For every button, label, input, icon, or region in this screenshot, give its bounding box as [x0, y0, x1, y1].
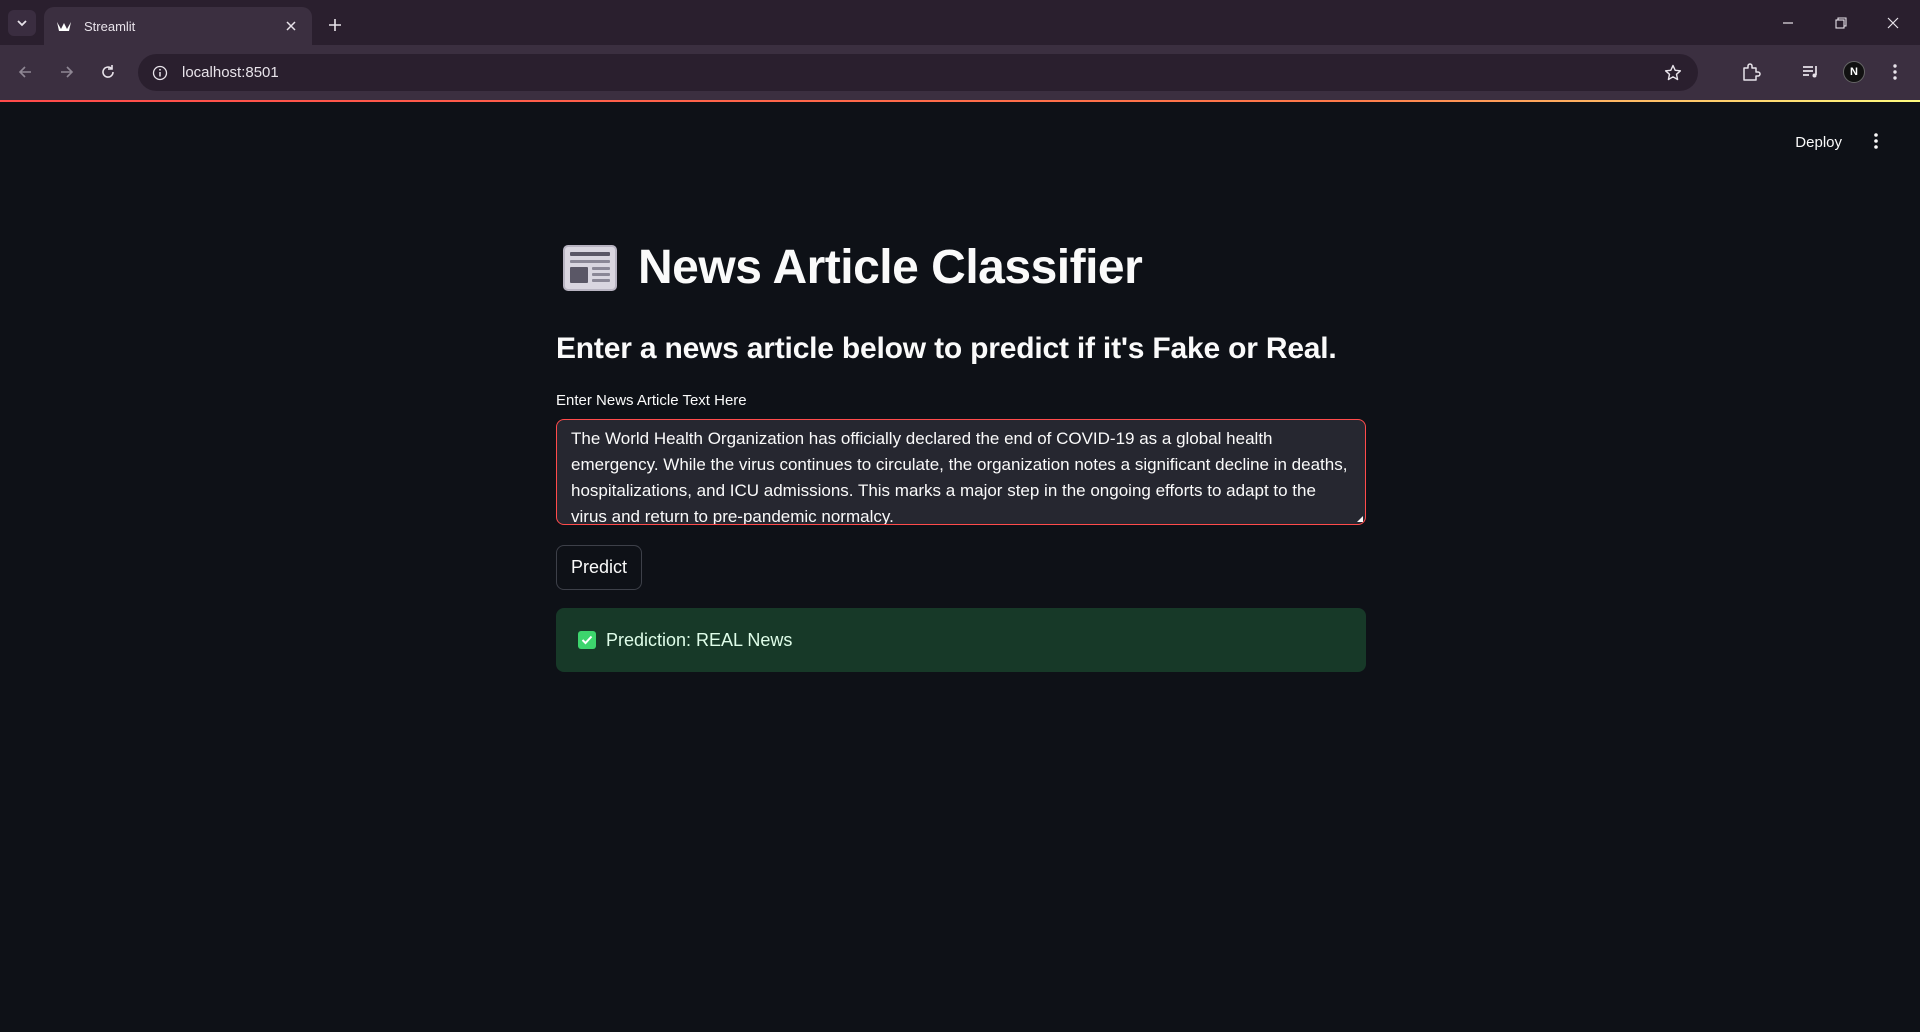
page-title: News Article Classifier: [638, 240, 1143, 294]
tab-title: Streamlit: [84, 18, 136, 34]
page-header: News Article Classifier: [556, 232, 1366, 302]
tab-search-button[interactable]: [8, 10, 36, 36]
prediction-result-alert: Prediction: REAL News: [556, 608, 1366, 672]
chevron-down-icon: [17, 20, 27, 27]
minimize-button[interactable]: [1765, 8, 1811, 38]
browser-toolbar: localhost:8501 N: [0, 45, 1920, 100]
avatar: N: [1843, 61, 1865, 83]
deploy-button[interactable]: Deploy: [1789, 130, 1848, 155]
new-tab-button[interactable]: [322, 12, 348, 38]
browser-tab[interactable]: Streamlit: [44, 7, 312, 45]
resize-handle-icon[interactable]: [1355, 514, 1363, 522]
close-icon: [1887, 17, 1899, 29]
profile-button[interactable]: N: [1840, 58, 1868, 86]
page-subtitle: Enter a news article below to predict if…: [556, 332, 1337, 365]
prediction-result-text: Prediction: REAL News: [606, 629, 793, 650]
media-control-button[interactable]: [1797, 58, 1825, 86]
forward-button[interactable]: [52, 57, 82, 87]
article-text-label: Enter News Article Text Here: [556, 392, 747, 409]
article-text-input[interactable]: The World Health Organization has offici…: [556, 419, 1366, 525]
puzzle-icon: [1743, 63, 1761, 81]
streamlit-app: Deploy News Article Classifier Enter a n…: [0, 102, 1920, 1032]
minimize-icon: [1783, 22, 1793, 24]
close-window-button[interactable]: [1870, 8, 1916, 38]
back-button[interactable]: [10, 57, 40, 87]
reload-button[interactable]: [93, 57, 123, 87]
main-content: News Article Classifier Enter a news art…: [556, 232, 1366, 672]
reload-icon: [102, 65, 114, 78]
check-mark-icon: [578, 631, 596, 649]
site-info-icon[interactable]: [150, 63, 170, 83]
streamlit-favicon-icon: [56, 18, 72, 34]
restore-icon: [1835, 17, 1847, 29]
app-main-menu-button[interactable]: [1864, 129, 1888, 153]
newspaper-icon: [563, 245, 617, 291]
tab-close-icon[interactable]: [282, 17, 300, 35]
arrow-right-icon: [61, 66, 74, 78]
arrow-left-icon: [18, 66, 31, 78]
browser-menu-button[interactable]: [1881, 58, 1909, 86]
restore-button[interactable]: [1818, 8, 1864, 38]
extensions-button[interactable]: [1737, 58, 1765, 86]
browser-tab-bar: Streamlit: [0, 0, 1920, 45]
url-text: localhost:8501: [182, 64, 279, 81]
predict-button[interactable]: Predict: [556, 545, 643, 590]
playlist-icon: [1803, 66, 1817, 78]
address-bar[interactable]: localhost:8501: [138, 54, 1698, 91]
more-vertical-icon: [1874, 133, 1878, 149]
bookmark-star-icon[interactable]: [1662, 62, 1684, 84]
article-text-value: The World Health Organization has offici…: [571, 429, 1348, 525]
more-vertical-icon: [1893, 64, 1897, 80]
plus-icon: [329, 19, 341, 31]
